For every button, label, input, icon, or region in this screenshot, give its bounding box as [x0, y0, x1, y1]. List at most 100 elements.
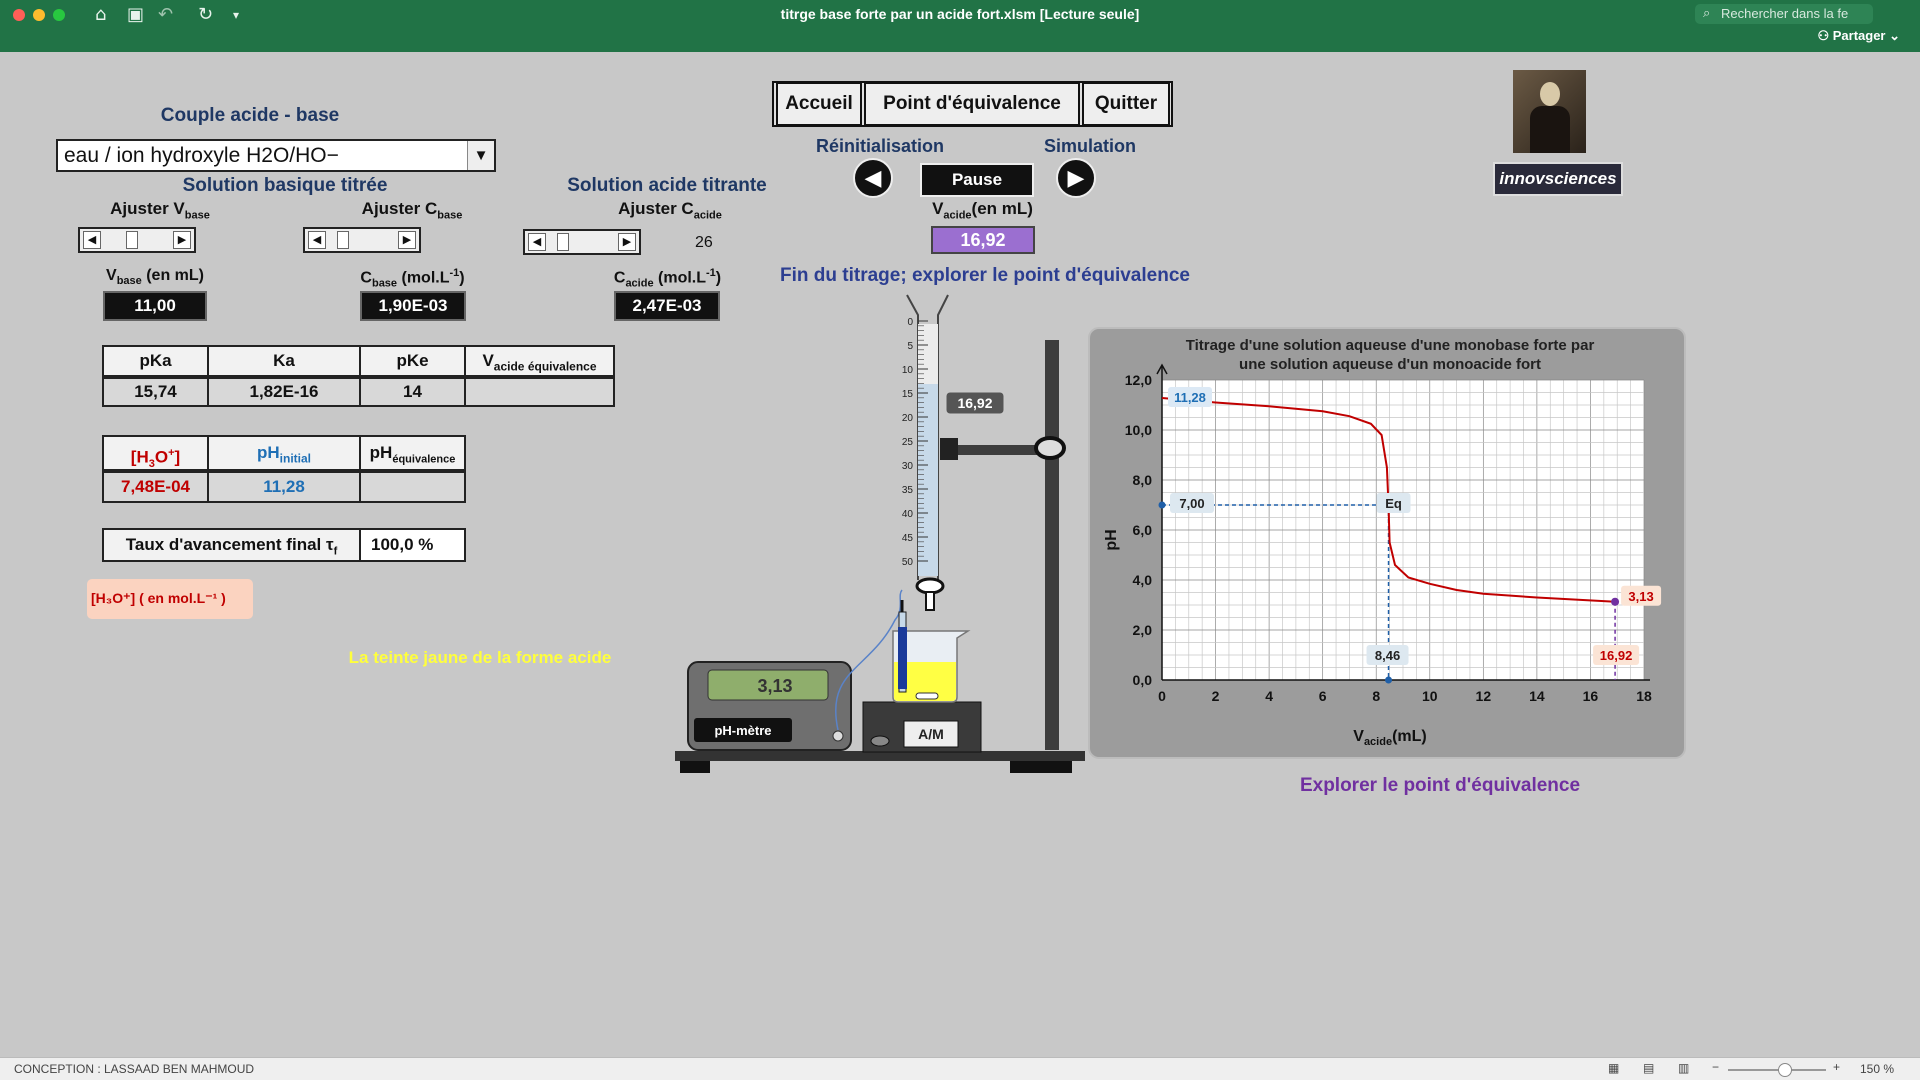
burette-graduation-label: 0 [907, 317, 913, 328]
couple-select[interactable]: eau / ion hydroxyle H2O/HO− ▼ [56, 139, 496, 172]
page-break-icon[interactable]: ▥ [1678, 1061, 1689, 1075]
x-axis-label-sub: acide [1364, 736, 1392, 748]
clamp-knob [1034, 436, 1066, 460]
support-rod [1045, 340, 1059, 750]
zoom-slider-thumb[interactable] [1778, 1063, 1792, 1077]
play-button[interactable]: ▶ [1056, 158, 1096, 198]
x-tick-label: 2 [1212, 688, 1220, 704]
cbase-label-sub: base [371, 277, 398, 290]
search-placeholder: Rechercher dans la fe [1721, 6, 1849, 21]
phmetre-reading: 3,13 [757, 676, 792, 696]
burette-graduation-label: 40 [902, 509, 914, 520]
x-axis-label-main: V [1353, 728, 1364, 745]
scroll-right-icon[interactable]: ▶ [618, 233, 636, 251]
pke-value: 14 [359, 377, 466, 407]
cacide-label-sub: acide [625, 277, 654, 290]
x-tick-label: 6 [1319, 688, 1327, 704]
normal-view-icon[interactable]: ▦ [1608, 1061, 1619, 1075]
h3o-unit-note: [H₃O⁺] ( en mol.L⁻¹ ) [87, 579, 253, 619]
burette-graduation-label: 45 [902, 533, 914, 544]
vacide-label-text: V [932, 199, 944, 218]
h3o-header-text: [H [130, 447, 149, 467]
zoom-slider[interactable] [1728, 1069, 1826, 1071]
ph-initial-header: pHinitial [207, 435, 361, 471]
couple-heading: Couple acide - base [160, 105, 340, 126]
scroll-thumb[interactable] [337, 231, 349, 249]
add-person-icon: ⚇ [1817, 28, 1833, 43]
scroll-thumb[interactable] [557, 233, 569, 251]
vbase-scrollbar[interactable]: ◀ ▶ [78, 227, 196, 253]
portrait-face [1540, 82, 1560, 106]
ka-header: Ka [207, 345, 361, 377]
page-layout-icon[interactable]: ▤ [1643, 1061, 1654, 1075]
h3o-value: 7,48E-04 [102, 471, 209, 503]
pka-value: 15,74 [102, 377, 209, 407]
ajuster-cacide-text: Ajuster C [618, 199, 694, 218]
titration-apparatus: 0 5 10 15 20 25 30 35 40 45 50 16,92 3,13 pH-mètre… [675, 294, 1085, 773]
point-equivalence-button[interactable]: Point d'équivalence [864, 82, 1080, 126]
scroll-left-icon[interactable]: ◀ [308, 231, 326, 249]
burette-graduation-label: 5 [907, 341, 913, 352]
ka-value: 1,82E-16 [207, 377, 361, 407]
vbase-label-unit: (en mL) [141, 267, 204, 284]
vacide-value: 16,92 [931, 226, 1035, 254]
dropdown-arrow-icon[interactable]: ▼ [467, 141, 494, 170]
zoom-out-icon[interactable]: − [1712, 1060, 1719, 1074]
final-point-marker [1611, 597, 1620, 606]
x-tick-label: 8 [1372, 688, 1380, 704]
scroll-right-icon[interactable]: ▶ [173, 231, 191, 249]
scroll-right-icon[interactable]: ▶ [398, 231, 416, 249]
titree-heading: Solution basique titrée [182, 175, 388, 196]
cbase-scrollbar[interactable]: ◀ ▶ [303, 227, 421, 253]
veq-header-sub: acide équivalence [493, 359, 597, 374]
burette-empty [918, 324, 938, 384]
h3o-header-end: ] [174, 447, 181, 467]
cacide-slider-value: 26 [695, 234, 713, 251]
ph-initial-value: 11,28 [207, 471, 361, 503]
pka-header: pKa [102, 345, 209, 377]
x-tick-label: 10 [1422, 688, 1438, 704]
scroll-left-icon[interactable]: ◀ [83, 231, 101, 249]
couple-selected-value: eau / ion hydroxyle H2O/HO− [64, 144, 339, 167]
burette-solution [918, 384, 938, 576]
v-final-label: 16,92 [1600, 648, 1633, 663]
reinitialisation-label: Réinitialisation [815, 136, 945, 156]
share-button[interactable]: ⚇ Partager ⌄ [1817, 28, 1900, 44]
ph-equivalence-header-sub: équivalence [392, 453, 456, 466]
x-tick-label: 4 [1265, 688, 1273, 704]
scroll-thumb[interactable] [126, 231, 138, 249]
veq-header: Vacide équivalence [464, 345, 615, 377]
quitter-button[interactable]: Quitter [1082, 82, 1170, 126]
search-input[interactable]: ⌕ Rechercher dans la fe [1695, 4, 1873, 24]
chart-title-line2: une solution aqueuse d'un monoacide fort [1239, 356, 1541, 373]
portrait-photo [1513, 70, 1586, 153]
accueil-button[interactable]: Accueil [776, 82, 862, 126]
scroll-left-icon[interactable]: ◀ [528, 233, 546, 251]
veq-value [464, 377, 615, 407]
eq-volume-marker [1385, 676, 1393, 684]
burette-tip [925, 591, 935, 611]
title-bar: ⌂ ▣ ↶ ↻ ▾ titrge base forte par un acide… [0, 0, 1920, 52]
stirrer-knob [870, 735, 890, 747]
ph-equivalence-header: pHéquivalence [359, 435, 466, 471]
pause-button[interactable]: Pause [920, 163, 1034, 197]
phmetre-jack [832, 730, 844, 742]
rewind-button[interactable]: ◀ [853, 158, 893, 198]
explorer-link[interactable]: Explorer le point d'équivalence [1240, 775, 1640, 797]
taux-label: Taux d'avancement final τf [102, 528, 361, 562]
ajuster-cbase-text: Ajuster C [361, 199, 438, 218]
ph-eq-label: 7,00 [1179, 496, 1204, 511]
cbase-label-text: C [360, 269, 372, 287]
support-foot-right [1010, 761, 1072, 773]
innovsciences-logo: innovsciences [1493, 162, 1623, 196]
stirrer-label: A/M [918, 726, 944, 742]
cacide-label: Cacide (mol.L-1) [613, 267, 722, 290]
zoom-in-icon[interactable]: + [1833, 1060, 1840, 1074]
portrait-body [1530, 106, 1570, 153]
cacide-scrollbar[interactable]: ◀ ▶ [523, 229, 641, 255]
ajuster-cbase-label: Ajuster Cbase [352, 199, 472, 221]
taux-label-sub: f [333, 545, 338, 558]
x-tick-label: 14 [1529, 688, 1545, 704]
vbase-label-text: V [106, 267, 117, 284]
y-tick-label: 2,0 [1133, 622, 1153, 638]
